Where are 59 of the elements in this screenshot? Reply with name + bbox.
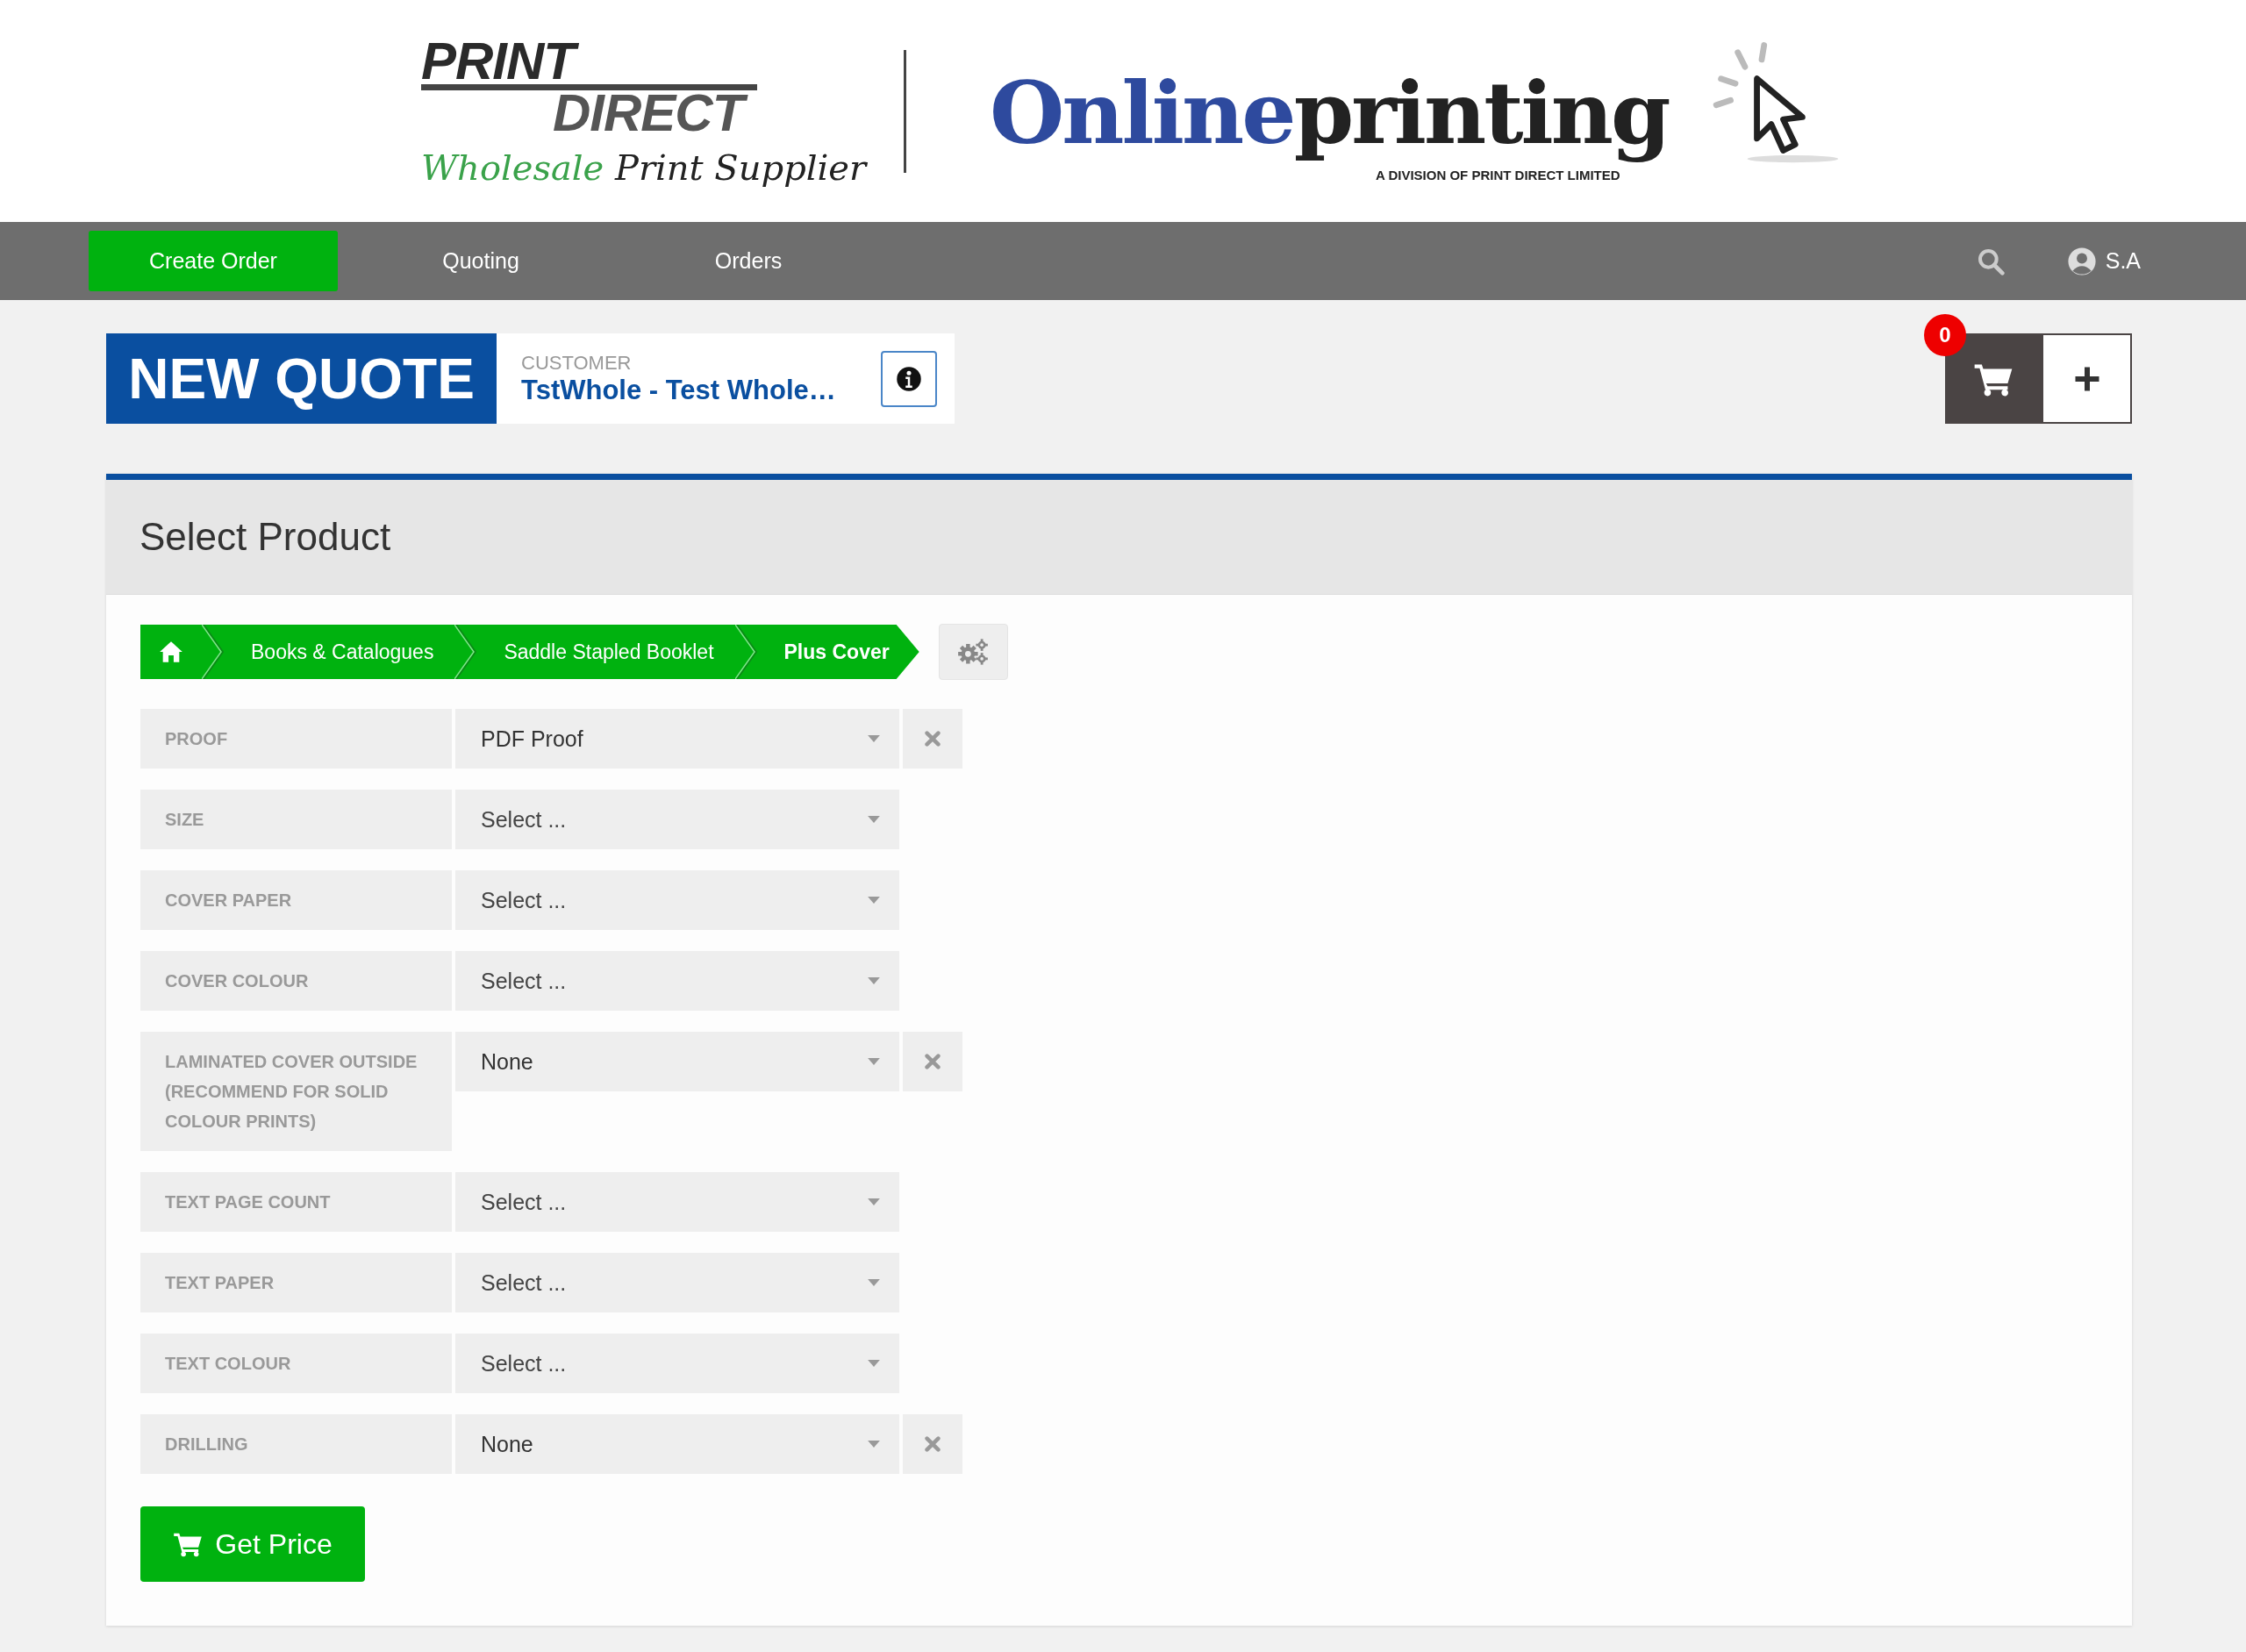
close-icon	[925, 1436, 941, 1452]
chevron-icon	[734, 625, 758, 679]
chevron-icon	[454, 625, 478, 679]
dropdown[interactable]: PDF Proof	[455, 709, 899, 769]
logo-text: DIRECT	[421, 84, 758, 136]
dropdown[interactable]: Select ...	[455, 790, 899, 849]
caret-icon	[868, 735, 880, 742]
clear-button[interactable]	[903, 1032, 962, 1091]
customer-name: TstWhole - Test Whole…	[521, 374, 837, 406]
clear-button[interactable]	[903, 709, 962, 769]
field-label: TEXT PAGE COUNT	[140, 1172, 452, 1232]
field-label: DRILLING	[140, 1414, 452, 1474]
panel-title: Select Product	[139, 515, 391, 559]
cart-count-badge: 0	[1924, 314, 1966, 356]
settings-icon	[957, 638, 990, 666]
clear-button[interactable]	[903, 1414, 962, 1474]
add-button[interactable]	[2042, 333, 2132, 424]
plus-icon	[2073, 365, 2100, 392]
page-title: NEW QUOTE	[106, 333, 497, 424]
logo-subtitle: A DIVISION OF PRINT DIRECT LIMITED	[1376, 167, 1620, 182]
dropdown[interactable]: None	[455, 1032, 899, 1091]
field-label: COVER COLOUR	[140, 951, 452, 1011]
chevron-icon	[202, 625, 225, 679]
nav-link[interactable]: Orders	[624, 231, 873, 291]
close-icon	[925, 1054, 941, 1069]
settings-button[interactable]	[938, 624, 1008, 680]
caret-icon	[868, 977, 880, 984]
user-icon	[2066, 246, 2097, 276]
field-label: TEXT PAPER	[140, 1253, 452, 1312]
user-menu[interactable]: S.A	[2066, 246, 2141, 276]
close-icon	[925, 731, 941, 747]
caret-icon	[868, 1058, 880, 1065]
field-label: TEXT COLOUR	[140, 1334, 452, 1393]
logo-tagline: Wholesale Print Supplier	[421, 147, 869, 190]
caret-icon	[868, 1360, 880, 1367]
field-label: SIZE	[140, 790, 452, 849]
dropdown[interactable]: Select ...	[455, 1253, 899, 1312]
search-icon[interactable]	[1976, 247, 2005, 275]
nav-link[interactable]: Quoting	[356, 231, 605, 291]
caret-icon	[868, 1279, 880, 1286]
cart-icon	[173, 1531, 204, 1557]
field-label: PROOF	[140, 709, 452, 769]
dropdown[interactable]: Select ...	[455, 1334, 899, 1393]
dropdown[interactable]: Select ...	[455, 1172, 899, 1232]
caret-icon	[868, 1441, 880, 1448]
info-icon	[896, 365, 922, 392]
field-label: LAMINATED COVER OUTSIDE (RECOMMEND FOR SOLID COLOUR PRINTS)	[140, 1032, 452, 1151]
dropdown[interactable]: Select ...	[455, 870, 899, 930]
info-button[interactable]	[881, 350, 937, 407]
dropdown[interactable]: None	[455, 1414, 899, 1474]
caret-icon	[868, 816, 880, 823]
logo-text: Onlineprinting	[990, 61, 1670, 165]
dropdown[interactable]: Select ...	[455, 951, 899, 1011]
customer-label: CUSTOMER	[521, 351, 633, 375]
field-label: COVER PAPER	[140, 870, 452, 930]
logo-text: PRINT	[421, 39, 587, 84]
caret-icon	[868, 1198, 880, 1205]
caret-icon	[868, 897, 880, 904]
home-icon	[159, 640, 183, 663]
